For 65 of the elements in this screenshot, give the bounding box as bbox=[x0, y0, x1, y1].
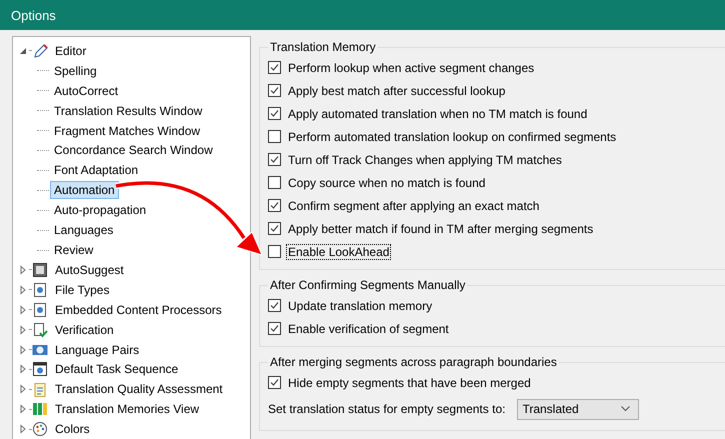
tree-item[interactable]: Concordance Search Window bbox=[50, 141, 217, 160]
tree-item[interactable]: Automation bbox=[50, 181, 119, 200]
option-label: Hide empty segments that have been merged bbox=[287, 376, 532, 390]
tree-item[interactable]: Colors bbox=[51, 420, 94, 438]
tree-item[interactable]: Spelling bbox=[50, 62, 101, 80]
status-dropdown[interactable]: Translated bbox=[517, 398, 640, 420]
tree-item[interactable]: Languages bbox=[50, 221, 118, 240]
option-label: Copy source when no match is found bbox=[287, 176, 486, 190]
checkbox[interactable] bbox=[268, 299, 281, 312]
tree-item[interactable]: Fragment Matches Window bbox=[50, 122, 204, 140]
tree-item[interactable]: Translation Memories View bbox=[51, 400, 204, 418]
option-label: Update translation memory bbox=[287, 298, 434, 312]
tree-item[interactable]: AutoCorrect bbox=[50, 82, 122, 100]
checkbox[interactable] bbox=[268, 245, 281, 258]
option-label: Perform lookup when active segment changes bbox=[287, 60, 536, 74]
expand-icon[interactable] bbox=[18, 264, 28, 275]
collapse-icon[interactable] bbox=[18, 46, 28, 56]
window-title: Options bbox=[11, 8, 56, 22]
tree-item[interactable]: Font Adaptation bbox=[50, 161, 142, 180]
checked-document-icon bbox=[32, 322, 48, 338]
checkbox[interactable] bbox=[268, 222, 281, 235]
grid-icon bbox=[32, 401, 48, 418]
tree-item[interactable]: AutoSuggest bbox=[51, 260, 128, 279]
option-label: Enable LookAhead bbox=[287, 244, 390, 258]
tree-item[interactable]: Verification bbox=[51, 320, 118, 339]
checkbox[interactable] bbox=[268, 61, 281, 74]
checkbox[interactable] bbox=[268, 130, 281, 143]
expand-icon[interactable] bbox=[18, 284, 28, 295]
option-label: Turn off Track Changes when applying TM matches bbox=[287, 152, 563, 166]
chevron-down-icon bbox=[621, 406, 630, 412]
expand-icon[interactable] bbox=[18, 304, 28, 315]
option-label: Enable verification of segment bbox=[287, 322, 450, 336]
group-title: After merging segments across paragraph boundaries bbox=[269, 355, 558, 369]
pencil-icon bbox=[32, 42, 48, 59]
tree-item[interactable]: Default Task Sequence bbox=[51, 360, 182, 378]
tree-item[interactable]: Review bbox=[50, 241, 98, 260]
clipboard-icon bbox=[32, 381, 48, 398]
expand-icon[interactable] bbox=[18, 344, 28, 355]
option-label: Apply better match if found in TM after merging segments bbox=[287, 222, 594, 236]
tree-item[interactable]: Translation Quality Assessment bbox=[51, 380, 227, 398]
checkbox[interactable] bbox=[268, 107, 281, 120]
field-label: Set translation status for empty segments to: bbox=[268, 402, 506, 416]
tree-item[interactable]: Auto-propagation bbox=[50, 201, 150, 220]
checkbox[interactable] bbox=[268, 376, 281, 389]
option-label: Perform automated translation lookup on confirmed segments bbox=[287, 130, 618, 144]
tree-item[interactable]: Language Pairs bbox=[51, 340, 144, 359]
group-title: After Confirming Segments Manually bbox=[269, 278, 466, 292]
expand-icon[interactable] bbox=[18, 404, 28, 414]
checkbox[interactable] bbox=[268, 322, 281, 335]
checkbox[interactable] bbox=[268, 84, 281, 97]
tree-item[interactable]: Embedded Content Processors bbox=[51, 300, 226, 319]
checkbox[interactable] bbox=[268, 199, 281, 212]
expand-icon[interactable] bbox=[18, 424, 28, 434]
checkbox[interactable] bbox=[268, 176, 281, 189]
option-label: Apply best match after successful lookup bbox=[287, 84, 506, 98]
checkbox[interactable] bbox=[268, 153, 281, 166]
expand-icon[interactable] bbox=[18, 364, 28, 374]
option-label: Confirm segment after applying an exact match bbox=[287, 198, 540, 212]
expand-icon[interactable] bbox=[18, 324, 28, 335]
group-title: Translation Memory bbox=[269, 40, 377, 54]
tree-item[interactable]: File Types bbox=[51, 280, 114, 299]
tree-item[interactable]: Editor bbox=[51, 42, 90, 60]
expand-icon[interactable] bbox=[18, 384, 28, 394]
tree-item[interactable]: Translation Results Window bbox=[50, 102, 206, 120]
option-label: Apply automated translation when no TM match is found bbox=[287, 106, 588, 120]
